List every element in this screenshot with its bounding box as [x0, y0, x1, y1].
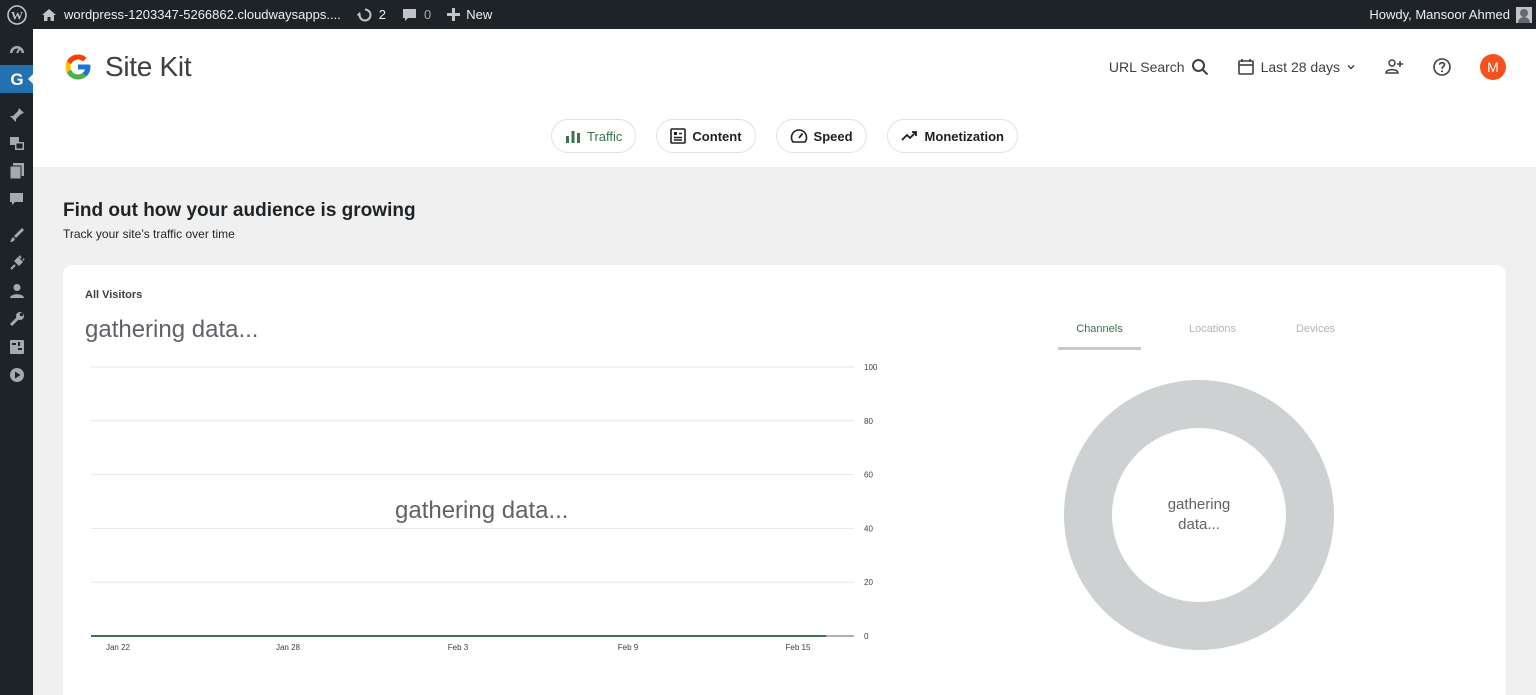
x-tick-label: Jan 22 — [106, 643, 131, 652]
y-tick-label: 100 — [864, 363, 878, 372]
svg-text:W: W — [11, 8, 23, 22]
tab-traffic[interactable]: Traffic — [551, 119, 637, 153]
tab-traffic-label: Traffic — [587, 128, 623, 144]
section-title: Find out how your audience is growing — [63, 200, 416, 221]
tab-content[interactable]: Content — [656, 119, 756, 153]
date-range-label: Last 28 days — [1260, 59, 1340, 75]
breakdown-tabs: Channels Locations Devices — [1058, 323, 1367, 350]
tab-speed[interactable]: Speed — [775, 119, 867, 153]
tab-channels[interactable]: Channels — [1058, 323, 1141, 350]
wp-admin-bar: W wordpress-1203347-5266862.cloudwaysapp… — [0, 0, 1536, 29]
plus-icon — [447, 8, 461, 21]
site-kit-icon[interactable]: G — [0, 65, 33, 93]
user-avatar — [1516, 6, 1532, 23]
channels-donut-chart: gathering data... — [1064, 380, 1334, 650]
dashboard-tabs: Traffic Content Speed Monetization — [33, 119, 1536, 153]
wp-admin-sidebar: G — [0, 29, 33, 695]
y-tick-label: 80 — [864, 417, 873, 426]
url-search-label: URL Search — [1108, 59, 1185, 75]
svg-text:G: G — [10, 70, 23, 88]
tab-locations[interactable]: Locations — [1161, 323, 1264, 350]
account-avatar-button[interactable]: M — [1480, 54, 1506, 80]
search-icon — [1191, 59, 1208, 76]
y-tick-label: 0 — [864, 632, 869, 641]
comments-count: 0 — [424, 7, 432, 22]
tab-monetization-label: Monetization — [924, 128, 1004, 144]
content-icon — [670, 128, 687, 144]
plugins-icon[interactable] — [0, 249, 33, 277]
help-icon — [1433, 58, 1451, 76]
tab-devices[interactable]: Devices — [1264, 323, 1367, 350]
card-label: All Visitors — [85, 289, 143, 301]
wordpress-logo-icon[interactable]: W — [0, 0, 33, 29]
y-tick-label: 20 — [864, 578, 873, 587]
site-kit-wordmark: Site Kit — [105, 51, 192, 82]
add-user-button[interactable] — [1384, 58, 1404, 76]
settings-icon[interactable] — [0, 333, 33, 361]
updates-count: 2 — [378, 7, 387, 22]
google-g-icon — [65, 54, 91, 80]
calendar-icon — [1237, 59, 1254, 75]
new-label: New — [466, 7, 493, 22]
appearance-icon[interactable] — [0, 221, 33, 249]
x-tick-label: Feb 9 — [618, 643, 639, 652]
comments-link[interactable]: 0 — [394, 0, 439, 29]
posts-icon[interactable] — [0, 101, 33, 129]
dashboard-icon[interactable] — [0, 37, 33, 65]
header-tools: URL Search Last 28 days M — [1075, 51, 1506, 83]
all-visitors-card: All Visitors gathering data... 0 20 40 60 80… — [63, 265, 1506, 695]
bar-chart-icon — [566, 131, 581, 143]
url-search-button[interactable]: URL Search — [1103, 58, 1209, 76]
home-icon — [42, 8, 56, 21]
trending-up-icon — [900, 131, 917, 141]
media-icon[interactable] — [0, 129, 33, 157]
my-account[interactable]: Howdy, Mansoor Ahmed — [1369, 0, 1536, 29]
help-button[interactable] — [1432, 57, 1452, 77]
chart-overlay-text: gathering data... — [395, 497, 569, 524]
pages-icon[interactable] — [0, 157, 33, 185]
x-tick-label: Feb 3 — [448, 643, 469, 652]
tab-content-label: Content — [692, 128, 742, 144]
comments-menu-icon[interactable] — [0, 185, 33, 213]
x-tick-label: Feb 15 — [786, 643, 811, 652]
tab-monetization[interactable]: Monetization — [886, 119, 1018, 153]
updates-link[interactable]: 2 — [349, 0, 394, 29]
section-subtitle: Track your site’s traffic over time — [63, 227, 235, 241]
y-tick-label: 60 — [864, 471, 873, 480]
site-url: wordpress-1203347-5266862.cloudwaysapps.… — [64, 7, 341, 22]
date-range-selector[interactable]: Last 28 days — [1237, 58, 1356, 76]
play-icon[interactable] — [0, 361, 33, 389]
x-tick-label: Jan 28 — [276, 643, 301, 652]
chevron-down-icon — [1347, 65, 1355, 70]
updates-icon — [356, 8, 372, 21]
donut-center-text: gathering data... — [1112, 428, 1286, 602]
speedometer-icon — [790, 129, 807, 143]
new-content-link[interactable]: New — [439, 0, 500, 29]
comments-icon — [403, 8, 417, 21]
tools-icon[interactable] — [0, 305, 33, 333]
add-user-icon — [1385, 59, 1403, 74]
site-kit-logo[interactable]: Site Kit — [63, 51, 192, 83]
site-name-link[interactable]: wordpress-1203347-5266862.cloudwaysapps.… — [33, 0, 349, 29]
visitors-status-text: gathering data... — [85, 316, 259, 343]
y-tick-label: 40 — [864, 524, 873, 533]
tab-speed-label: Speed — [813, 128, 853, 144]
users-icon[interactable] — [0, 277, 33, 305]
howdy-greeting: Howdy, Mansoor Ahmed — [1369, 7, 1510, 22]
site-kit-header: Site Kit URL Search Last 28 days M Traff… — [33, 29, 1536, 167]
